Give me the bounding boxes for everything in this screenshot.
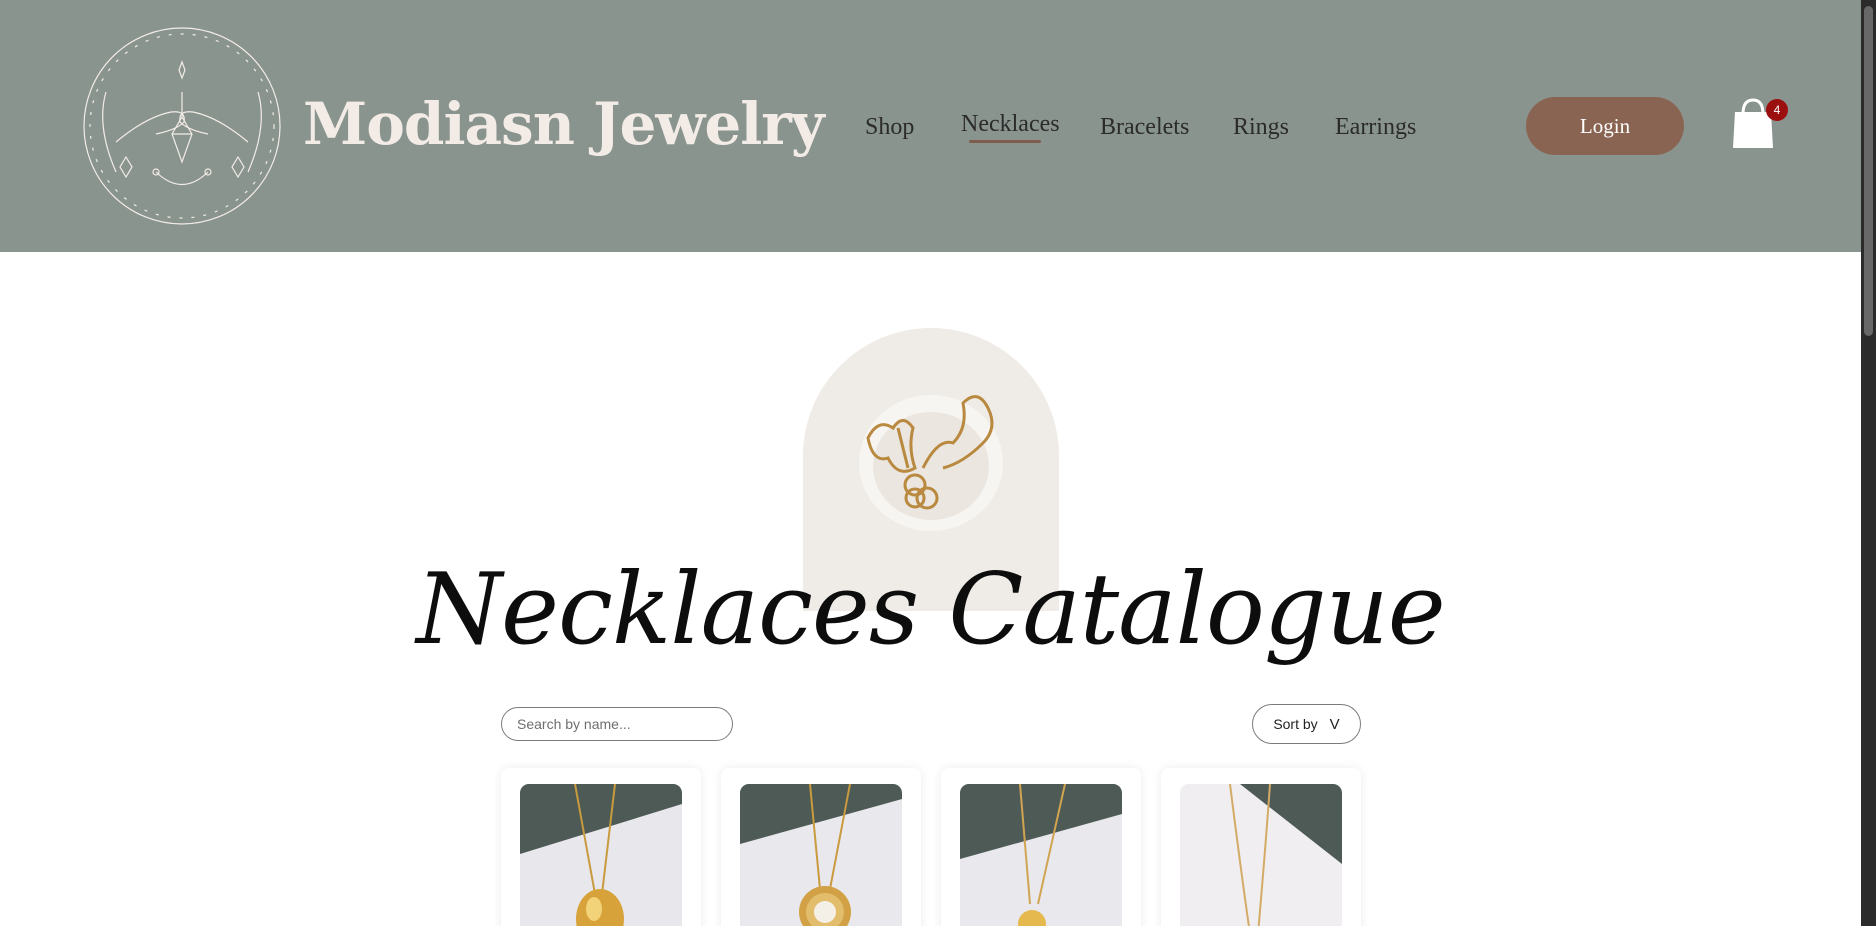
nav-earrings[interactable]: Earrings xyxy=(1335,114,1416,141)
nav-bracelets[interactable]: Bracelets xyxy=(1100,114,1189,141)
logo-wreath-icon[interactable] xyxy=(76,22,288,230)
page-title: Necklaces Catalogue xyxy=(416,553,1446,667)
search-input[interactable] xyxy=(501,707,733,741)
product-card[interactable] xyxy=(721,768,921,926)
nav-shop[interactable]: Shop xyxy=(865,114,914,141)
product-card[interactable] xyxy=(941,768,1141,926)
scrollbar-thumb[interactable] xyxy=(1864,6,1873,336)
chevron-down-icon: V xyxy=(1329,715,1340,733)
product-image xyxy=(740,784,902,926)
product-card[interactable] xyxy=(1161,768,1361,926)
product-image xyxy=(520,784,682,926)
sort-label: Sort by xyxy=(1273,716,1318,732)
product-image xyxy=(1180,784,1342,926)
nav-necklaces[interactable]: Necklaces xyxy=(961,111,1060,138)
sort-button[interactable]: Sort by V xyxy=(1252,704,1361,744)
nav-rings[interactable]: Rings xyxy=(1233,114,1289,141)
site-header: Modiasn Jewelry Shop Necklaces Bracelets… xyxy=(0,0,1861,252)
scrollbar[interactable] xyxy=(1861,0,1876,926)
cart-count-badge: 4 xyxy=(1766,99,1788,121)
product-image xyxy=(960,784,1122,926)
product-card[interactable] xyxy=(501,768,701,926)
brand-name[interactable]: Modiasn Jewelry xyxy=(303,90,825,158)
active-nav-underline xyxy=(969,140,1041,143)
login-button[interactable]: Login xyxy=(1526,97,1684,155)
